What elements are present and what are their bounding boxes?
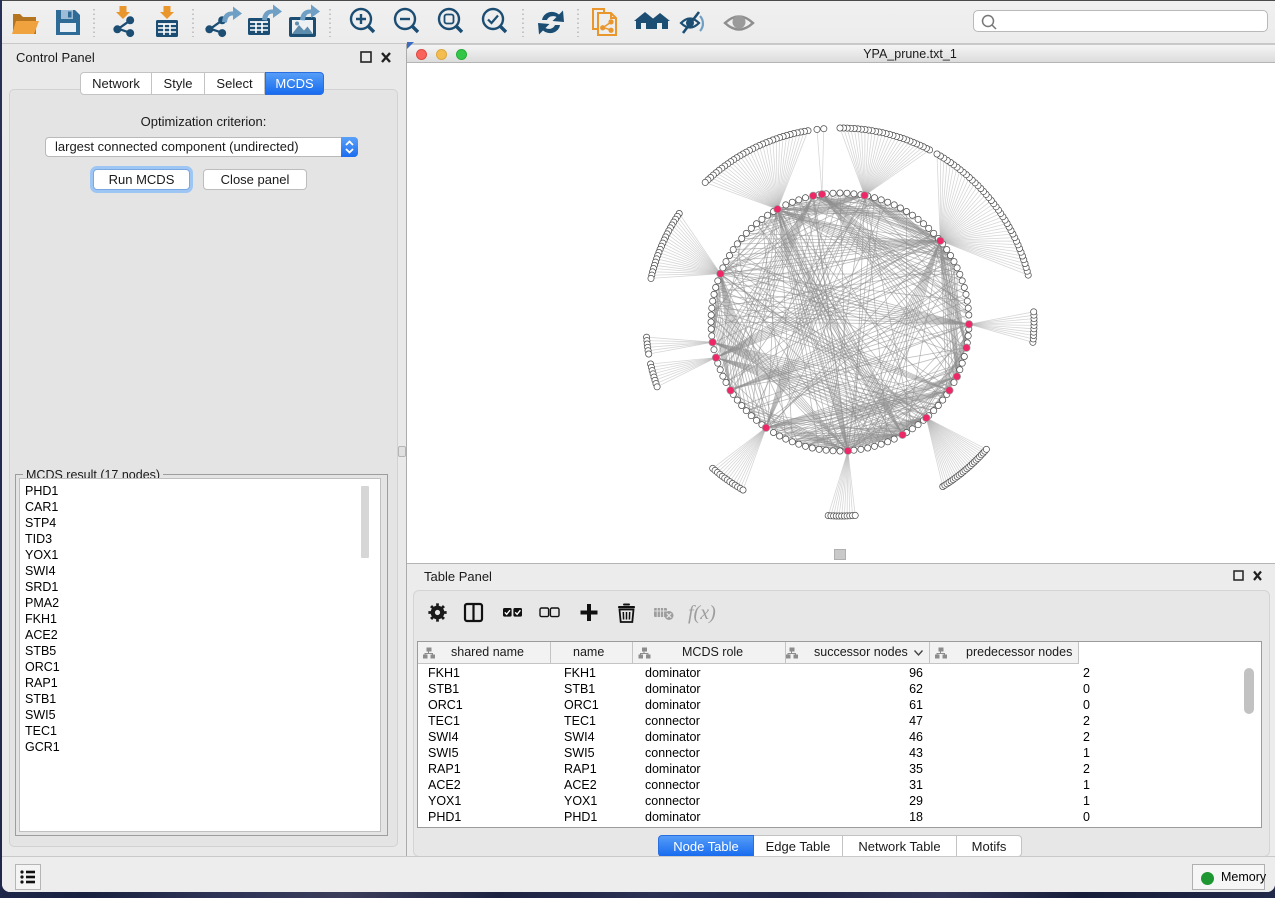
svg-text:f(x): f(x) (688, 602, 716, 624)
